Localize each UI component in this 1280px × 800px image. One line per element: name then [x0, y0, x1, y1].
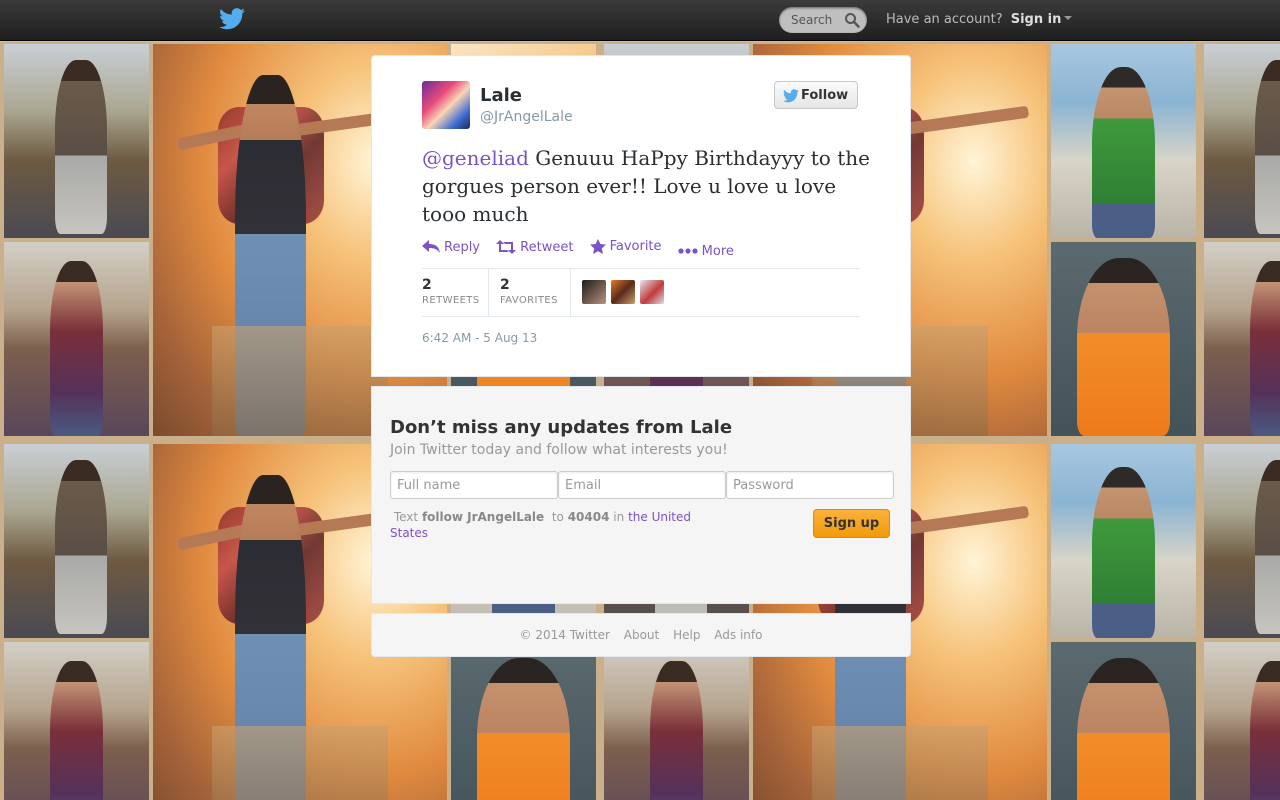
sms-follow-text: Text follow JrAngelLale to 40404 in the … — [390, 509, 710, 541]
favorite-label: Favorite — [609, 239, 662, 254]
sms-text-word: Text — [393, 510, 419, 524]
sms-in-word: in — [613, 510, 625, 524]
retweets-stat[interactable]: 2 RETWEETS — [422, 269, 488, 316]
tweet-text: @geneliad Genuuu HaPpy Birthdayyy to the… — [422, 144, 872, 228]
tweet-card: Lale @JrAngelLale Follow @geneliad Genuu… — [371, 55, 911, 377]
background-photo — [4, 44, 149, 238]
signup-button[interactable]: Sign up — [813, 509, 890, 538]
follow-button[interactable]: Follow — [774, 81, 858, 109]
background-photo — [1051, 444, 1196, 638]
signup-subtitle: Join Twitter today and follow what inter… — [390, 442, 728, 458]
password-field[interactable] — [726, 471, 894, 499]
search-box — [779, 7, 867, 33]
more-button[interactable]: More — [678, 244, 734, 259]
reply-icon — [422, 240, 440, 253]
avatar[interactable] — [422, 81, 470, 129]
about-link[interactable]: About — [624, 628, 659, 642]
sign-in-link[interactable]: Sign in — [1011, 12, 1073, 27]
full-name-field[interactable] — [390, 471, 558, 499]
caret-down-icon — [1064, 16, 1073, 20]
signup-panel: Don’t miss any updates from Lale Join Tw… — [371, 386, 911, 604]
background-photo — [1204, 44, 1280, 238]
divider — [570, 269, 571, 316]
reply-button[interactable]: Reply — [422, 240, 480, 255]
background-photo — [1204, 642, 1280, 800]
favoriter-avatar[interactable] — [611, 280, 635, 304]
top-bar: Have an account? Sign in — [0, 0, 1280, 41]
sms-number: 40404 — [567, 510, 610, 524]
mention-link[interactable]: @geneliad — [422, 146, 529, 170]
more-label: More — [701, 243, 734, 259]
background-photo — [604, 642, 749, 800]
account-area: Have an account? Sign in — [886, 12, 1073, 27]
favorite-button[interactable]: Favorite — [589, 239, 662, 254]
background-photo — [451, 642, 596, 800]
tweet-actions: Reply Retweet Favorite More — [422, 239, 746, 259]
more-dots-icon — [678, 248, 698, 254]
email-field[interactable] — [558, 471, 726, 499]
background-photo — [1051, 44, 1196, 238]
search-input[interactable] — [779, 7, 853, 33]
author-name[interactable]: Lale — [480, 85, 522, 106]
tweet-stats: 2 RETWEETS 2 FAVORITES — [422, 268, 860, 317]
tweet-timestamp[interactable]: 6:42 AM - 5 Aug 13 — [422, 331, 537, 345]
divider — [488, 269, 489, 316]
background-photo — [1051, 242, 1196, 436]
background-photo — [4, 242, 149, 436]
favorites-count: 2 — [500, 277, 510, 293]
favorites-label: FAVORITES — [500, 295, 558, 306]
favoriter-avatar[interactable] — [640, 280, 664, 304]
twitter-bird-icon — [783, 89, 799, 103]
background-photo — [1204, 242, 1280, 436]
favorites-stat[interactable]: 2 FAVORITES — [500, 269, 570, 316]
footer: © 2014 Twitter About Help Ads info — [371, 613, 911, 657]
search-icon[interactable] — [844, 12, 860, 28]
favoriter-avatar[interactable] — [582, 280, 606, 304]
have-account-text: Have an account? — [886, 12, 1003, 27]
ads-info-link[interactable]: Ads info — [714, 628, 762, 642]
background-photo — [4, 642, 149, 800]
sms-command: follow JrAngelLale — [421, 510, 545, 524]
retweet-label: Retweet — [520, 239, 574, 255]
copyright: © 2014 Twitter — [519, 628, 610, 642]
star-icon — [589, 239, 606, 254]
retweet-button[interactable]: Retweet — [496, 240, 573, 255]
background-photo — [1204, 444, 1280, 638]
background-photo — [1051, 642, 1196, 800]
background-photo — [4, 444, 149, 638]
help-link[interactable]: Help — [673, 628, 700, 642]
retweets-count: 2 — [422, 277, 432, 293]
sms-to-word: to — [551, 510, 564, 524]
signup-title: Don’t miss any updates from Lale — [390, 417, 733, 438]
sign-in-label: Sign in — [1010, 12, 1062, 27]
twitter-bird-icon[interactable] — [219, 7, 245, 31]
reply-label: Reply — [444, 239, 481, 255]
follow-label: Follow — [801, 87, 849, 103]
retweets-label: RETWEETS — [422, 295, 480, 306]
retweet-icon — [496, 240, 517, 254]
author-handle[interactable]: @JrAngelLale — [480, 109, 573, 125]
